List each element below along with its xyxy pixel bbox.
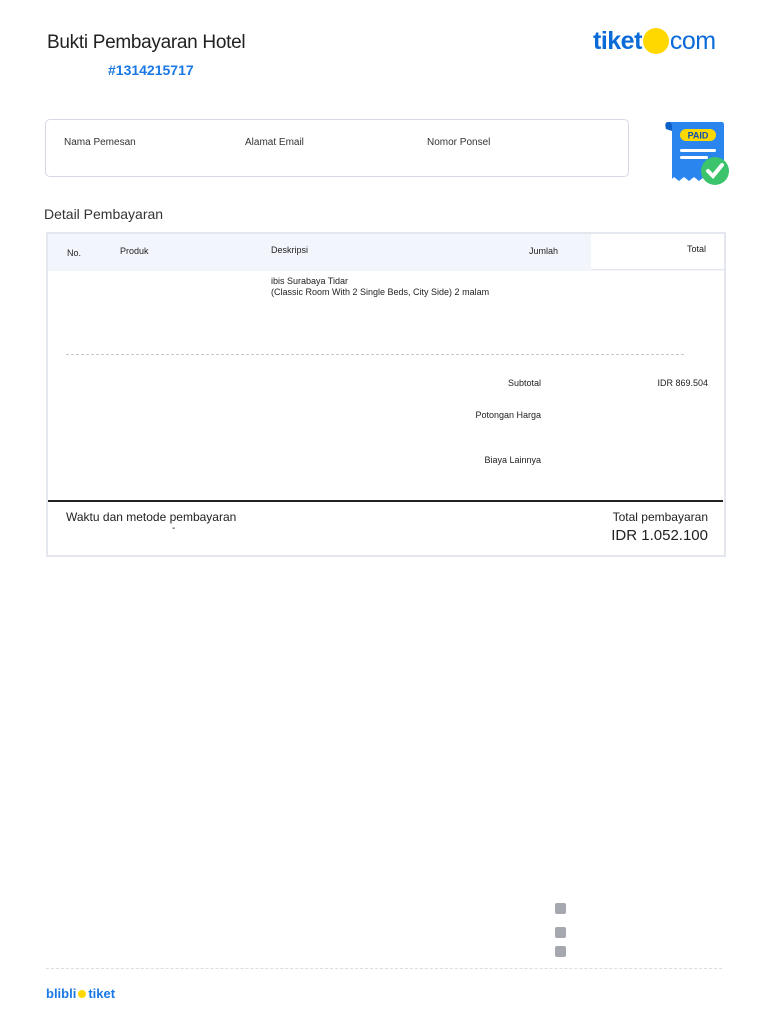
email-icon (555, 927, 566, 938)
item-description: ibis Surabaya Tidar (Classic Room With 2… (271, 276, 489, 298)
discount-label: Potongan Harga (475, 410, 541, 420)
total-divider (48, 500, 723, 502)
divider (66, 354, 684, 355)
logo-text-blibli: blibli (46, 986, 77, 1001)
logo-text-com: com (669, 26, 716, 55)
room-detail: (Classic Room With 2 Single Beds, City S… (271, 287, 490, 297)
subtotal-value: IDR 869.504 (657, 378, 708, 388)
payment-method-value: - (172, 523, 176, 534)
col-produk: Produk (120, 246, 149, 256)
order-id: #1314215717 (108, 62, 194, 78)
logo-text-tiket: tiket (88, 986, 116, 1001)
tiket-logo: tiket com (593, 26, 716, 56)
customer-email-label: Alamat Email (245, 137, 304, 148)
section-title: Detail Pembayaran (44, 206, 164, 222)
col-total: Total (687, 244, 707, 254)
logo-dot (78, 989, 87, 998)
col-jumlah: Jumlah (529, 246, 559, 256)
blibli-tiket-logo: blibli tiket (46, 986, 115, 1001)
paid-text: PAID (688, 131, 709, 141)
customer-name-label: Nama Pemesan (64, 137, 136, 148)
paid-receipt-icon: PAID (665, 122, 729, 185)
col-no: No. (67, 248, 82, 258)
customer-phone-label: Nomor Ponsel (427, 137, 491, 148)
page-title: Bukti Pembayaran Hotel (47, 32, 246, 53)
logo-text: tiket (593, 26, 642, 55)
other-fees-label: Biaya Lainnya (484, 455, 541, 465)
customer-info-box (45, 119, 629, 177)
col-deskripsi: Deskripsi (271, 245, 309, 255)
total-payment-value: IDR 1.052.100 (611, 527, 708, 544)
total-payment-label: Total pembayaran (612, 510, 708, 524)
footer-divider (46, 968, 722, 969)
location-icon (555, 946, 566, 957)
phone-icon (555, 903, 566, 914)
payment-method-label: Waktu dan metode pembayaran (66, 510, 237, 524)
subtotal-label: Subtotal (507, 378, 541, 388)
logo-dot (642, 28, 669, 54)
hotel-name: ibis Surabaya Tidar (271, 276, 349, 286)
